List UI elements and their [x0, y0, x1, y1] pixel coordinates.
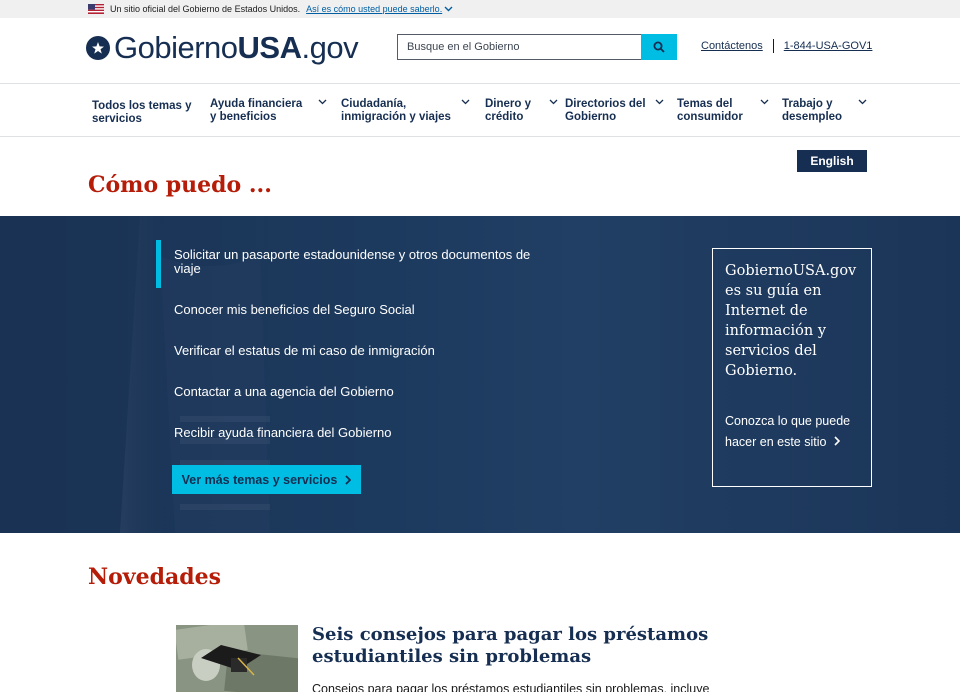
nav-item-label[interactable]: Ciudadanía, inmigración y viajes: [341, 98, 456, 124]
nav-item-money-credit[interactable]: Dinero y crédito: [485, 98, 558, 124]
learn-site-label[interactable]: Conozca lo que puede hacer en este sitio: [725, 414, 850, 449]
logo-text-regular: Gobierno: [114, 30, 238, 65]
nav-item-citizenship[interactable]: Ciudadanía, inmigración y viajes: [341, 98, 470, 124]
nav-item-label[interactable]: Trabajo y desempleo: [782, 98, 847, 124]
how-you-know-label[interactable]: Así es cómo usted puede saberlo.: [306, 4, 442, 14]
chevron-down-icon: [444, 6, 453, 12]
us-flag-icon: [88, 4, 104, 14]
active-link-indicator: [156, 240, 161, 288]
contact-link[interactable]: Contáctenos: [701, 40, 763, 52]
logo-text-bold: USA: [237, 30, 302, 65]
nav-item-label[interactable]: Dinero y crédito: [485, 98, 535, 124]
hero-link-social-security[interactable]: Conocer mis beneficios del Seguro Social: [174, 303, 534, 317]
nav-item-label[interactable]: Ayuda financiera y beneficios: [210, 98, 310, 124]
chevron-down-icon: [858, 99, 867, 105]
chevron-down-icon: [461, 99, 470, 105]
nav-item-all-topics[interactable]: Todos los temas y servicios: [92, 100, 192, 126]
hero-section: Solicitar un pasaporte estadounidense y …: [0, 216, 960, 533]
site-header: GobiernoUSA.gov Contáctenos 1-844-USA-GO…: [0, 18, 960, 84]
hero-link-financial-help[interactable]: Recibir ayuda financiera del Gobierno: [174, 426, 534, 440]
chevron-down-icon: [655, 99, 664, 105]
nav-item-financial-aid[interactable]: Ayuda financiera y beneficios: [210, 98, 327, 124]
logo-text-suffix: .gov: [301, 30, 359, 65]
nav-item-work[interactable]: Trabajo y desempleo: [782, 98, 867, 124]
chevron-down-icon: [549, 99, 558, 105]
hero-link-immigration-status[interactable]: Verificar el estatus de mi caso de inmig…: [174, 344, 534, 358]
more-topics-label[interactable]: Ver más temas y servicios: [182, 473, 338, 487]
nav-item-directories[interactable]: Directorios del Gobierno: [565, 98, 664, 124]
news-title: Novedades: [88, 564, 221, 590]
main-nav: Todos los temas y servicios Ayuda financ…: [0, 84, 960, 137]
search-button[interactable]: [641, 34, 677, 60]
logo-text: GobiernoUSA.gov: [114, 30, 359, 66]
phone-link[interactable]: 1-844-USA-GOV1: [784, 40, 873, 52]
article-title-link[interactable]: Seis consejos para pagar los préstamos e…: [312, 624, 712, 668]
chevron-down-icon: [760, 99, 769, 105]
nav-item-consumer[interactable]: Temas del consumidor: [677, 98, 769, 124]
english-language-button[interactable]: English: [797, 150, 867, 172]
nav-item-label[interactable]: Todos los temas y servicios: [92, 100, 192, 126]
contact-links: Contáctenos 1-844-USA-GOV1: [701, 39, 872, 53]
site-guide-text: GobiernoUSA.gov es su guía en Internet d…: [725, 263, 857, 379]
chevron-right-icon: [345, 474, 352, 485]
site-guide-box: GobiernoUSA.gov es su guía en Internet d…: [712, 248, 872, 487]
hero-link-passport[interactable]: Solicitar un pasaporte estadounidense y …: [174, 248, 534, 276]
article-description: Consejos para pagar los préstamos estudi…: [312, 682, 710, 692]
official-site-text: Un sitio oficial del Gobierno de Estados…: [110, 4, 301, 14]
graduation-cap-money-image: [176, 625, 298, 692]
search-icon: [653, 41, 665, 53]
article-image[interactable]: [176, 625, 298, 692]
learn-site-link[interactable]: Conozca lo que puede hacer en este sitio: [725, 411, 859, 453]
nav-item-label[interactable]: Directorios del Gobierno: [565, 98, 650, 124]
divider: [772, 39, 774, 53]
official-gov-banner: Un sitio oficial del Gobierno de Estados…: [0, 0, 960, 18]
search-form: [397, 34, 677, 60]
chevron-down-icon: [318, 99, 327, 105]
nav-item-label[interactable]: Temas del consumidor: [677, 98, 747, 124]
hero-link-contact-agency[interactable]: Contactar a una agencia del Gobierno: [174, 385, 534, 399]
search-input[interactable]: [397, 34, 641, 60]
more-topics-button[interactable]: Ver más temas y servicios: [172, 465, 361, 494]
how-do-i-title: Cómo puedo ...: [88, 172, 272, 198]
chevron-right-icon: [834, 436, 841, 446]
site-logo[interactable]: GobiernoUSA.gov: [86, 30, 359, 66]
how-you-know-link[interactable]: Así es cómo usted puede saberlo.: [306, 4, 453, 14]
eagle-star-icon: [86, 36, 110, 60]
